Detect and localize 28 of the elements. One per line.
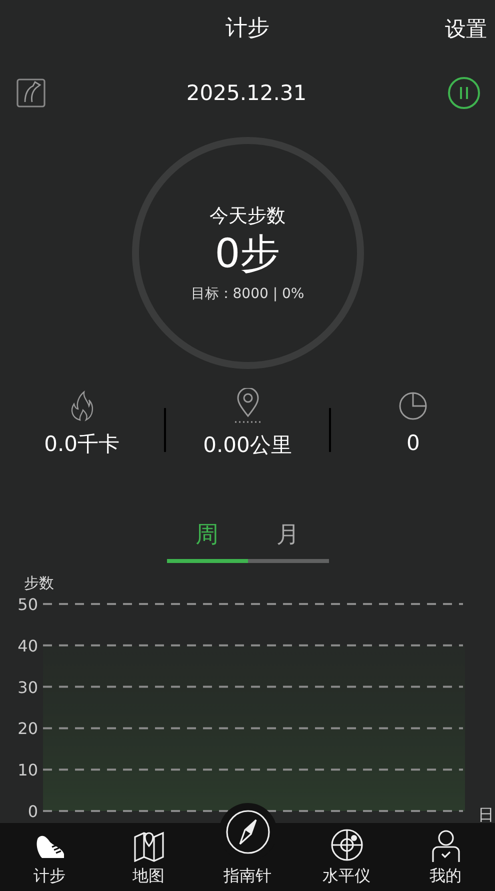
goal-label: 目标：8000 | 0% xyxy=(190,285,304,304)
stat-value: 0.00公里 xyxy=(203,432,292,459)
nav-tab[interactable]: 地图 xyxy=(99,822,198,891)
y-tick-label: 50 xyxy=(18,594,38,614)
crosshair-icon xyxy=(330,828,364,862)
date-label: 2025.12.31 xyxy=(186,80,307,107)
nav-tab[interactable]: 计步 xyxy=(0,822,99,891)
x-axis-title: 日 xyxy=(478,804,494,823)
stat-value: 0 xyxy=(406,430,420,457)
nav-tab[interactable]: 水平仪 xyxy=(297,822,396,891)
y-tick-label: 40 xyxy=(18,636,38,656)
nav-tab[interactable]: 指南针 xyxy=(198,796,297,891)
pie-chart-icon xyxy=(397,390,430,422)
y-tick-label: 30 xyxy=(18,678,38,697)
y-tick-label: 10 xyxy=(18,760,38,780)
y-tick-label: 0 xyxy=(28,802,38,821)
y-axis-title: 步数 xyxy=(24,574,54,592)
nav-tab[interactable]: 我的 xyxy=(396,822,495,891)
step-count: 0步 xyxy=(214,230,280,278)
today-steps-label: 今天步数 xyxy=(210,204,286,229)
period-tab[interactable]: 周 xyxy=(166,518,248,563)
pause-icon[interactable] xyxy=(447,76,481,110)
settings-button[interactable]: 设置 xyxy=(443,14,489,46)
page-title: 计步 xyxy=(226,15,270,44)
y-tick-label: 20 xyxy=(18,719,38,738)
period-tab[interactable]: 月 xyxy=(248,518,328,563)
share-icon[interactable] xyxy=(16,78,46,108)
stat-value: 0.0千卡 xyxy=(44,430,120,458)
